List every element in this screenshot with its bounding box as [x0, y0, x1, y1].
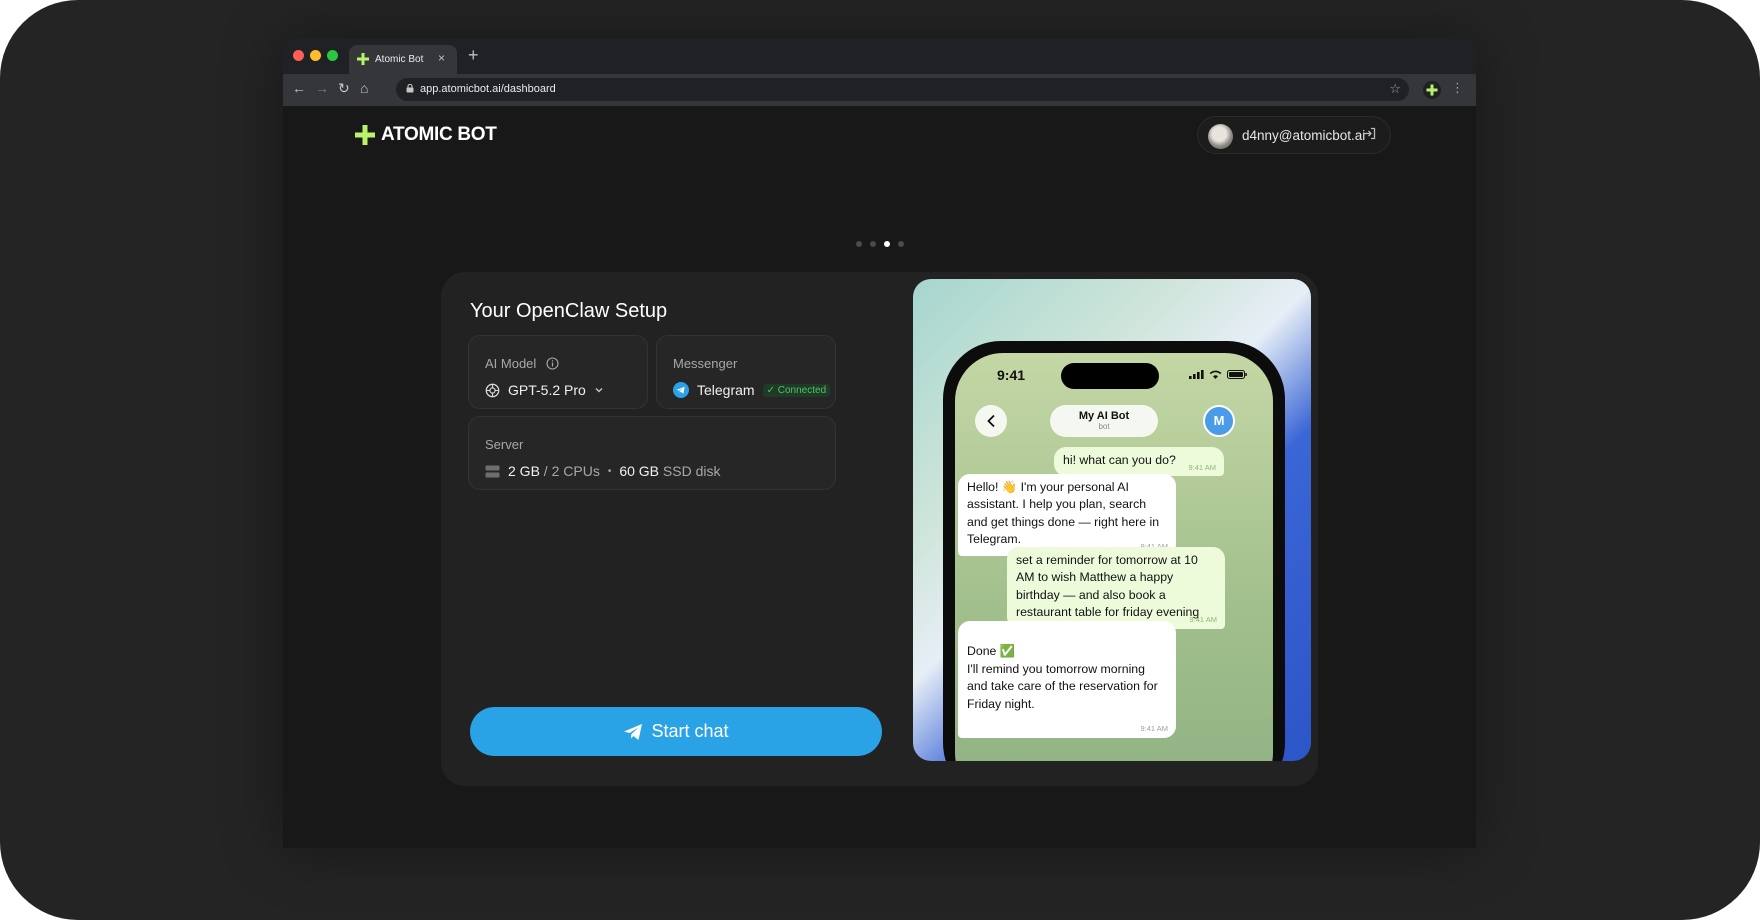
atomic-bot-favicon-icon	[357, 53, 369, 65]
logout-icon[interactable]	[1362, 126, 1377, 141]
start-chat-label: Start chat	[651, 721, 729, 741]
home-icon[interactable]: ⌂	[360, 80, 368, 96]
wifi-icon	[1209, 370, 1222, 379]
server-disk-type: SSD disk	[662, 463, 721, 479]
minimize-window-button[interactable]	[310, 50, 321, 61]
browser-menu-icon[interactable]: ⋮	[1451, 80, 1464, 96]
messenger-label: Messenger	[673, 356, 738, 371]
brand-logo[interactable]: ATOMIC BOT	[355, 124, 497, 146]
signal-icon	[1189, 370, 1204, 379]
browser-tab-bar: Atomic Bot × +	[283, 38, 1476, 74]
messenger-value: Telegram	[697, 382, 755, 398]
carousel-dot[interactable]	[898, 241, 904, 247]
carousel-pagination	[856, 241, 904, 247]
bookmark-star-icon[interactable]: ☆	[1389, 81, 1401, 97]
chevron-down-icon	[595, 388, 603, 393]
url-text: app.atomicbot.ai/dashboard	[420, 83, 556, 95]
bot-subtitle: bot	[1098, 422, 1110, 431]
server-label: Server	[485, 437, 524, 452]
carousel-dot-active[interactable]	[884, 241, 890, 247]
dashboard-page: ATOMIC BOT d4nny@atomicbot.ai Your OpenC…	[283, 106, 1476, 848]
account-email: d4nny@atomicbot.ai	[1242, 128, 1366, 143]
phone-mockup: 9:41 My AI Bot bot M hi! what can you do…	[943, 341, 1285, 761]
carousel-dot[interactable]	[856, 241, 862, 247]
lock-icon	[406, 84, 414, 93]
browser-window: Atomic Bot × + ← → ↻ ⌂ app.atomicbot.ai/…	[283, 38, 1476, 848]
close-window-button[interactable]	[293, 50, 304, 61]
info-icon[interactable]	[546, 357, 559, 370]
message-time: 9:41 AM	[1189, 615, 1217, 625]
bot-name: My AI Bot	[1078, 410, 1130, 422]
start-chat-button[interactable]: Start chat	[470, 707, 882, 756]
server-ram: 2 GB	[508, 463, 540, 479]
atomic-bot-extension-icon[interactable]	[1423, 81, 1441, 99]
message-text: hi! what can you do?	[1063, 453, 1176, 467]
browser-tab[interactable]: Atomic Bot ×	[349, 45, 457, 74]
screenshot-frame: Atomic Bot × + ← → ↻ ⌂ app.atomicbot.ai/…	[0, 0, 1760, 920]
carousel-dot[interactable]	[870, 241, 876, 247]
status-badge-text: Connected	[777, 384, 827, 396]
back-arrow-icon[interactable]: ←	[292, 80, 306, 96]
chat-message-bot: Done ✅ I'll remind you tomorrow morning …	[958, 621, 1176, 738]
account-menu[interactable]: d4nny@atomicbot.ai	[1197, 116, 1391, 154]
telegram-preview: 9:41 My AI Bot bot M hi! what can you do…	[913, 279, 1311, 761]
ai-model-select[interactable]: GPT-5.2 Pro	[485, 382, 604, 398]
server-cpus: 2 CPUs	[551, 463, 600, 479]
separator-dot: •	[607, 465, 612, 477]
dynamic-island	[1061, 363, 1159, 389]
setup-title: Your OpenClaw Setup	[470, 300, 668, 322]
server-tile: Server 2 GB / 2 CPUs • 60 GB SSD disk	[468, 416, 836, 490]
chat-back-button[interactable]	[975, 405, 1007, 437]
phone-status-bar	[1189, 370, 1247, 379]
phone-clock: 9:41	[997, 367, 1026, 383]
status-badge: ✓ Connected	[762, 383, 831, 397]
message-text: Done ✅ I'll remind you tomorrow morning …	[967, 644, 1158, 711]
server-disk-size: 60 GB	[619, 463, 660, 479]
chevron-left-icon	[987, 414, 995, 428]
chat-header[interactable]: My AI Bot bot	[1050, 405, 1158, 437]
server-icon	[485, 465, 500, 477]
send-icon	[624, 723, 643, 740]
bot-avatar[interactable]: M	[1203, 405, 1235, 437]
tab-title: Atomic Bot	[375, 54, 424, 65]
message-text: set a reminder for tomorrow at 10 AM to …	[1016, 553, 1200, 620]
address-bar[interactable]: app.atomicbot.ai/dashboard ☆	[396, 78, 1409, 101]
openai-logo-icon	[485, 383, 500, 397]
browser-toolbar: ← → ↻ ⌂ app.atomicbot.ai/dashboard ☆ ⋮	[283, 74, 1476, 106]
messenger-tile: Messenger Telegram ✓ Connected	[656, 335, 836, 409]
new-tab-icon[interactable]: +	[468, 45, 479, 66]
message-text: Hello! 👋 I'm your personal AI assistant.…	[967, 480, 1160, 547]
telegram-icon	[673, 382, 689, 398]
ai-model-label: AI Model	[485, 356, 537, 371]
battery-icon	[1227, 370, 1247, 379]
chat-message-user: hi! what can you do? 9:41 AM	[1054, 447, 1224, 477]
reload-icon[interactable]: ↻	[338, 80, 350, 97]
chat-message-bot: Hello! 👋 I'm your personal AI assistant.…	[958, 474, 1176, 556]
message-time: 9:41 AM	[1140, 724, 1168, 734]
avatar	[1208, 124, 1233, 149]
maximize-window-button[interactable]	[327, 50, 338, 61]
tab-close-icon[interactable]: ×	[438, 51, 445, 65]
setup-card: Your OpenClaw Setup AI Model GPT-5.2 Pro…	[441, 272, 1318, 786]
forward-arrow-icon[interactable]: →	[315, 80, 329, 96]
message-time: 9:41 AM	[1188, 462, 1216, 472]
phone-screen: 9:41 My AI Bot bot M hi! what can you do…	[955, 353, 1273, 761]
ai-model-value: GPT-5.2 Pro	[508, 382, 586, 398]
brand-name: ATOMIC BOT	[381, 124, 497, 145]
ai-model-tile: AI Model GPT-5.2 Pro	[468, 335, 648, 409]
chat-message-user: set a reminder for tomorrow at 10 AM to …	[1007, 547, 1225, 629]
atomic-bot-logo-icon	[355, 125, 375, 145]
